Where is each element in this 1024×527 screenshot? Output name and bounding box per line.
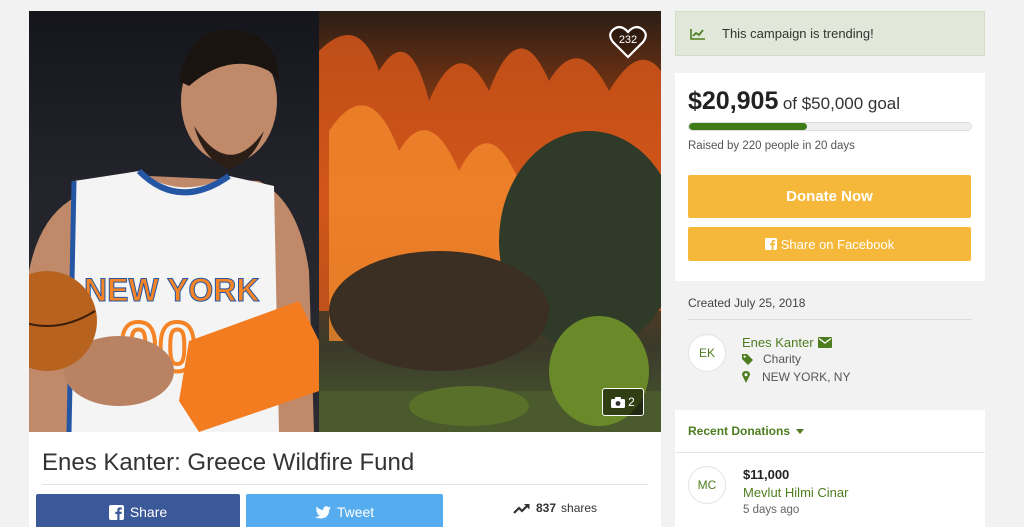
- divider: [688, 319, 972, 320]
- caret-down-icon: [796, 428, 805, 434]
- donation-card: $20,905 of $50,000 goal Raised by 220 pe…: [675, 73, 985, 281]
- facebook-icon: [764, 238, 777, 250]
- organizer-category[interactable]: Charity: [742, 352, 801, 366]
- tag-icon: [742, 353, 753, 365]
- raised-by-text: Raised by 220 people in 20 days: [688, 140, 855, 152]
- facebook-share-button[interactable]: Share: [36, 494, 240, 527]
- like-count: 232: [618, 34, 638, 46]
- hero-photo-player: NEW YORK 00: [29, 11, 319, 432]
- created-date: Created July 25, 2018: [688, 296, 806, 310]
- donor-name[interactable]: Mevlut Hilmi Cinar: [743, 485, 848, 500]
- amount-raised: $20,905: [688, 87, 779, 115]
- share-on-facebook-label: Share on Facebook: [780, 236, 895, 252]
- organizer-location-label: NEW YORK, NY: [762, 370, 851, 384]
- photo-count: 2: [628, 395, 635, 409]
- wildfire-illustration: [319, 35, 661, 432]
- share-on-facebook-button[interactable]: Share on Facebook: [688, 227, 971, 261]
- photo-gallery-button[interactable]: 2: [602, 388, 644, 416]
- player-illustration: NEW YORK 00: [29, 29, 319, 432]
- campaign-title: Enes Kanter: Greece Wildfire Fund: [42, 449, 415, 476]
- organizer-name: Enes Kanter: [742, 335, 814, 350]
- hero-photo-wildfire: [319, 11, 661, 432]
- organizer-location: NEW YORK, NY: [742, 370, 850, 384]
- share-count: 837 shares: [513, 501, 597, 515]
- amount-goal: of $50,000 goal: [782, 94, 901, 113]
- trending-icon: [513, 503, 530, 514]
- facebook-share-label: Share: [129, 504, 168, 520]
- camera-icon: [611, 396, 626, 408]
- tweet-label: Tweet: [336, 504, 375, 520]
- progress-fill: [689, 123, 807, 130]
- share-count-word: shares: [561, 501, 598, 515]
- tweet-button[interactable]: Tweet: [246, 494, 443, 527]
- trending-banner: This campaign is trending!: [675, 11, 985, 56]
- trending-text: This campaign is trending!: [722, 26, 874, 41]
- facebook-icon: [108, 504, 124, 520]
- organizer-avatar[interactable]: EK: [688, 334, 726, 372]
- campaign-title-card: Enes Kanter: Greece Wildfire Fund Share …: [29, 432, 661, 527]
- campaign-hero-image[interactable]: NEW YORK 00 232: [29, 11, 661, 432]
- progress-bar: [688, 122, 972, 131]
- organizer-link[interactable]: Enes Kanter: [742, 335, 832, 350]
- envelope-icon[interactable]: [817, 337, 832, 348]
- map-marker-icon: [742, 371, 750, 383]
- divider: [42, 484, 648, 485]
- donation-time: 5 days ago: [743, 504, 800, 516]
- donate-now-button[interactable]: Donate Now: [688, 175, 971, 218]
- donation-amount: $11,000: [743, 467, 790, 482]
- organizer-category-label: Charity: [763, 352, 802, 366]
- share-count-number: 837: [536, 501, 557, 515]
- chart-line-icon: [690, 28, 705, 40]
- donation-list-item: MC $11,000 Mevlut Hilmi Cinar 5 days ago: [675, 452, 985, 527]
- twitter-icon: [314, 505, 331, 518]
- recent-donations-heading: Recent Donations: [688, 424, 791, 438]
- donor-avatar: MC: [688, 466, 726, 504]
- svg-text:NEW YORK: NEW YORK: [84, 272, 259, 308]
- like-button[interactable]: 232: [609, 25, 647, 59]
- amount-line: $20,905 of $50,000 goal: [688, 87, 900, 116]
- recent-donations-toggle[interactable]: Recent Donations: [675, 410, 985, 452]
